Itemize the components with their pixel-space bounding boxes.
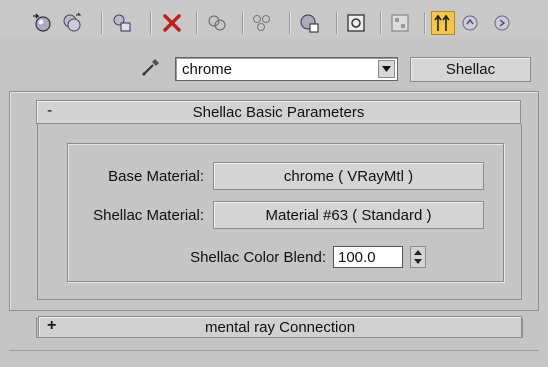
mental-ray-rollout-header[interactable]: + mental ray Connection (38, 316, 522, 338)
material-type-button[interactable]: Shellac (410, 57, 531, 82)
material-editor-toolbar (0, 0, 548, 38)
shellac-basic-rollout-header[interactable]: - Shellac Basic Parameters (36, 100, 521, 124)
show-map-in-viewport-icon[interactable] (388, 11, 412, 35)
put-to-library-icon[interactable] (297, 11, 321, 35)
shellac-color-blend-spinner[interactable] (410, 246, 426, 268)
make-unique-icon[interactable] (250, 11, 274, 35)
get-material-icon[interactable] (30, 11, 54, 35)
material-id-channel-icon[interactable] (344, 11, 368, 35)
rollout-title: Shellac Basic Parameters (192, 103, 365, 121)
rollout-title: mental ray Connection (204, 318, 356, 336)
shellac-material-button[interactable]: Material #63 ( Standard ) (213, 201, 484, 229)
rollout-expand-toggle: + (47, 317, 57, 334)
chevron-down-icon (382, 66, 391, 72)
spinner-down-arrow-icon[interactable] (414, 259, 422, 264)
assign-to-selection-icon[interactable] (110, 11, 134, 35)
material-name-field[interactable]: chrome (175, 57, 398, 81)
material-name-value: chrome (182, 61, 233, 78)
go-forward-to-sibling-icon[interactable] (490, 11, 514, 35)
base-material-label: Base Material: (108, 168, 204, 185)
eyedropper-icon[interactable] (140, 56, 162, 78)
reset-map-icon[interactable] (160, 11, 184, 35)
shellac-color-blend-value: 100.0 (338, 249, 376, 266)
make-copy-icon[interactable] (205, 11, 229, 35)
go-to-parent-icon[interactable] (458, 11, 482, 35)
shellac-color-blend-label: Shellac Color Blend: (190, 249, 326, 266)
divider (9, 350, 539, 351)
shellac-color-blend-input[interactable]: 100.0 (333, 246, 403, 268)
material-name-dropdown-button[interactable] (378, 60, 395, 78)
show-end-result-icon[interactable] (431, 11, 455, 35)
shellac-material-label: Shellac Material: (93, 207, 204, 224)
put-to-scene-icon[interactable] (60, 11, 84, 35)
spinner-up-arrow-icon[interactable] (414, 250, 422, 255)
base-material-button[interactable]: chrome ( VRayMtl ) (213, 162, 484, 190)
rollout-collapse-toggle: - (47, 102, 53, 119)
